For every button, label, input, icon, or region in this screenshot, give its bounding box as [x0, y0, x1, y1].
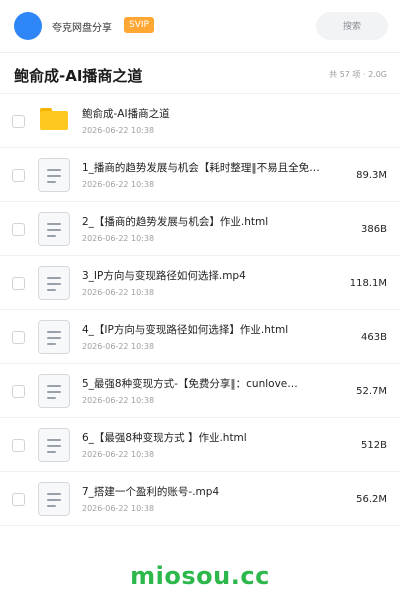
folder-meta: 共 57 项 · 2.0G: [329, 70, 387, 79]
item-date: 2026-06-22 10:38: [82, 450, 155, 459]
list-item-file[interactable]: 2_【播商的趋势发展与机会】作业.html 2026-06-22 10:38 3…: [0, 202, 400, 256]
list-item-file[interactable]: 7_搭建一个盈利的账号-.mp4 2026-06-22 10:38 56.2M: [0, 472, 400, 526]
item-checkbox[interactable]: [12, 385, 25, 398]
document-icon: [38, 320, 70, 354]
document-icon: [38, 266, 70, 300]
item-date: 2026-06-22 10:38: [82, 126, 155, 135]
item-date: 2026-06-22 10:38: [82, 234, 155, 243]
folder-header: 鲍俞成-AI播商之道 共 57 项 · 2.0G: [0, 53, 400, 93]
item-size: 512B: [361, 440, 387, 451]
item-name: 鲍俞成-AI播商之道: [82, 108, 170, 120]
item-name: 7_搭建一个盈利的账号-.mp4: [82, 486, 220, 498]
item-checkbox[interactable]: [12, 169, 25, 182]
top-bar: 夸克网盘分享 SVIP 搜索: [0, 0, 400, 52]
avatar[interactable]: [14, 12, 42, 40]
item-checkbox[interactable]: [12, 223, 25, 236]
item-size: 386B: [361, 224, 387, 235]
item-name: 4_【IP方向与变现路径如何选择】作业.html: [82, 324, 289, 336]
item-size: 89.3M: [356, 170, 387, 181]
list-item-file[interactable]: 5_最强8种变现方式-【免费分享‖：cunlove… 2026-06-22 10…: [0, 364, 400, 418]
document-icon: [38, 482, 70, 516]
item-size: 56.2M: [356, 494, 387, 505]
item-size: 463B: [361, 332, 387, 343]
item-date: 2026-06-22 10:38: [82, 504, 155, 513]
watermark: miosou.cc: [130, 562, 270, 590]
item-checkbox[interactable]: [12, 439, 25, 452]
item-date: 2026-06-22 10:38: [82, 342, 155, 351]
document-icon: [38, 212, 70, 246]
item-size: 118.1M: [349, 278, 387, 289]
document-icon: [38, 158, 70, 192]
item-checkbox[interactable]: [12, 331, 25, 344]
item-date: 2026-06-22 10:38: [82, 396, 155, 405]
file-list: 鲍俞成-AI播商之道 2026-06-22 10:38 1_播商的趋势发展与机会…: [0, 94, 400, 526]
item-name: 3_IP方向与变现路径如何选择.mp4: [82, 270, 246, 282]
item-name: 1_播商的趋势发展与机会【耗时整理‖不易且全免费：…: [82, 162, 322, 174]
folder-icon: [40, 108, 68, 130]
svip-badge: SVIP: [124, 17, 154, 33]
list-item-folder[interactable]: 鲍俞成-AI播商之道 2026-06-22 10:38: [0, 94, 400, 148]
item-checkbox[interactable]: [12, 277, 25, 290]
item-name: 6_【最强8种变现方式 】作业.html: [82, 432, 247, 444]
item-checkbox[interactable]: [12, 493, 25, 506]
item-size: 52.7M: [356, 386, 387, 397]
sharer-name: 夸克网盘分享: [52, 23, 112, 34]
item-date: 2026-06-22 10:38: [82, 180, 155, 189]
list-item-file[interactable]: 1_播商的趋势发展与机会【耗时整理‖不易且全免费：… 2026-06-22 10…: [0, 148, 400, 202]
item-checkbox[interactable]: [12, 115, 25, 128]
list-item-file[interactable]: 4_【IP方向与变现路径如何选择】作业.html 2026-06-22 10:3…: [0, 310, 400, 364]
item-name: 5_最强8种变现方式-【免费分享‖：cunlove…: [82, 378, 298, 390]
item-date: 2026-06-22 10:38: [82, 288, 155, 297]
document-icon: [38, 428, 70, 462]
list-item-file[interactable]: 6_【最强8种变现方式 】作业.html 2026-06-22 10:38 51…: [0, 418, 400, 472]
search-button[interactable]: 搜索: [316, 12, 388, 40]
list-item-file[interactable]: 3_IP方向与变现路径如何选择.mp4 2026-06-22 10:38 118…: [0, 256, 400, 310]
item-name: 2_【播商的趋势发展与机会】作业.html: [82, 216, 269, 228]
document-icon: [38, 374, 70, 408]
page-title: 鲍俞成-AI播商之道: [14, 67, 143, 85]
